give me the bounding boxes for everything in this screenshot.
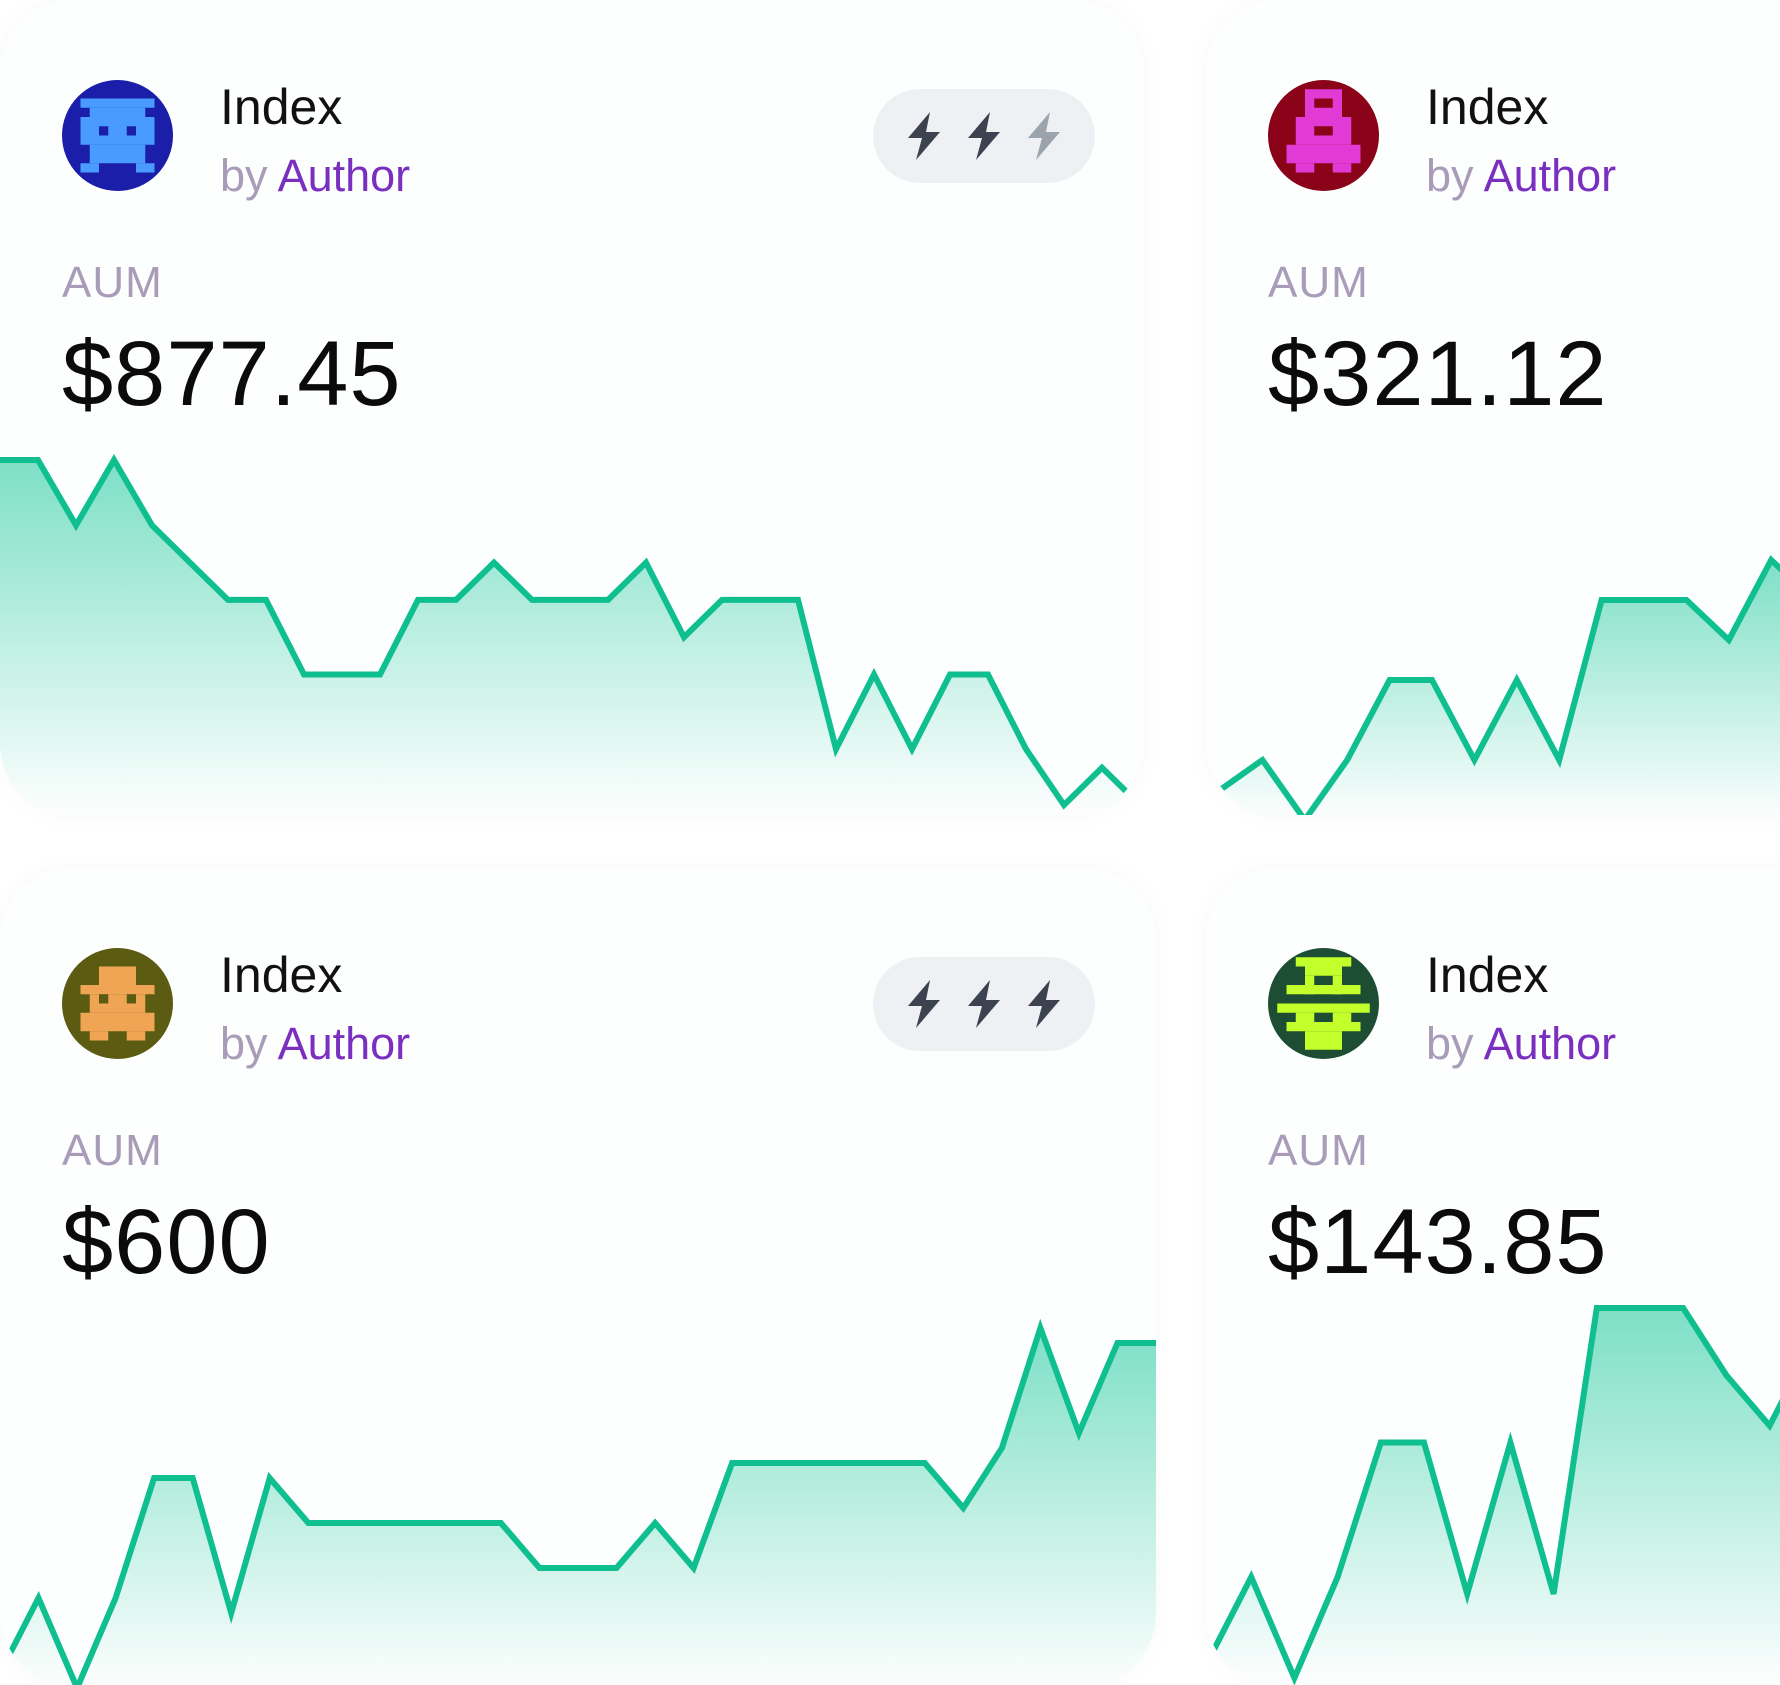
sparkline-line (1218, 555, 1780, 815)
bolt-filled-icon (968, 112, 1000, 160)
author-link[interactable]: Author (1484, 150, 1617, 201)
pixel-creature-lime-icon (1268, 948, 1379, 1059)
sparkline-line (1206, 1305, 1780, 1685)
index-card[interactable]: Index by Author AUM $877.45 (0, 0, 1144, 815)
index-card[interactable]: Index by Author AUM $321.12 (1206, 0, 1780, 815)
aum-value: $321.12 (1268, 323, 1608, 425)
author-link[interactable]: Author (278, 150, 411, 201)
rating-badge (873, 89, 1095, 183)
author-byline: by Author (1426, 148, 1616, 204)
bolt-filled-icon (908, 112, 940, 160)
author-link[interactable]: Author (278, 1018, 411, 1069)
by-label: by (1426, 150, 1474, 201)
bolt-empty-icon (1028, 112, 1060, 160)
aum-value: $600 (62, 1191, 271, 1293)
pixel-creature-magenta-icon (1268, 80, 1379, 191)
bolt-filled-icon (908, 980, 940, 1028)
aum-label: AUM (1268, 258, 1369, 307)
index-card-grid: Index by Author AUM $877.45 Index by Aut… (0, 0, 1780, 1685)
index-card[interactable]: Index by Author AUM $600 (0, 868, 1156, 1685)
sparkline-area (1220, 560, 1780, 815)
index-card[interactable]: Index by Author AUM $143.85 (1206, 868, 1780, 1685)
author-byline: by Author (220, 148, 410, 204)
by-label: by (1426, 1018, 1474, 1069)
by-label: by (220, 150, 268, 201)
author-link[interactable]: Author (1484, 1018, 1617, 1069)
sparkline-area (0, 460, 1140, 815)
sparkline-area (1208, 1308, 1780, 1685)
author-byline: by Author (1426, 1016, 1616, 1072)
author-byline: by Author (220, 1016, 410, 1072)
pixel-creature-orange-icon (62, 948, 173, 1059)
bolt-filled-icon (1028, 980, 1060, 1028)
sparkline-line (0, 1318, 1156, 1685)
index-title: Index (220, 79, 343, 135)
sparkline-area (0, 1328, 1156, 1685)
pixel-creature-blue-icon (62, 80, 173, 191)
aum-label: AUM (62, 258, 163, 307)
bolt-filled-icon (968, 980, 1000, 1028)
rating-badge (873, 957, 1095, 1051)
index-title: Index (1426, 79, 1549, 135)
aum-label: AUM (62, 1126, 163, 1175)
aum-label: AUM (1268, 1126, 1369, 1175)
sparkline-line (0, 454, 1143, 810)
aum-value: $143.85 (1268, 1191, 1608, 1293)
by-label: by (220, 1018, 268, 1069)
index-title: Index (220, 947, 343, 1003)
index-title: Index (1426, 947, 1549, 1003)
aum-value: $877.45 (62, 323, 402, 425)
